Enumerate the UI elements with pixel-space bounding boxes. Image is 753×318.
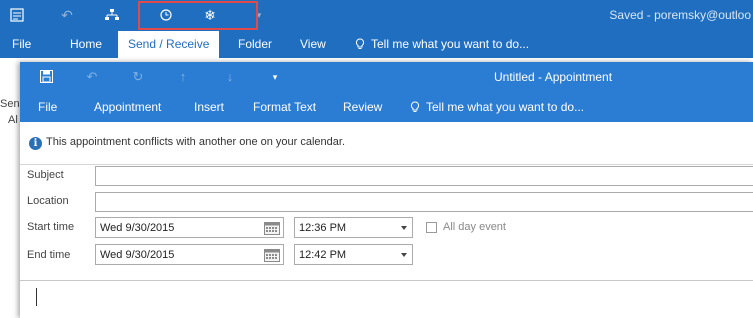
tab-view[interactable]: View (300, 31, 326, 58)
start-date-picker[interactable]: Wed 9/30/2015 (95, 217, 284, 238)
down-arrow-icon[interactable]: ↓ (220, 62, 240, 92)
tell-me-text: Tell me what you want to do... (371, 37, 530, 51)
end-time-value: 12:42 PM (299, 249, 347, 261)
end-date-picker[interactable]: Wed 9/30/2015 (95, 244, 284, 265)
tab-home[interactable]: Home (70, 31, 102, 58)
subject-label: Subject (27, 169, 64, 181)
tab-folder[interactable]: Folder (238, 31, 272, 58)
left-stub-1: Sen (0, 98, 20, 110)
calendar-icon[interactable] (264, 221, 280, 235)
tell-me-search[interactable]: Tell me what you want to do... (355, 31, 529, 58)
tab-review[interactable]: Review (343, 92, 382, 122)
all-day-label: All day event (443, 221, 506, 233)
calendar-icon[interactable] (264, 248, 280, 262)
start-time-value: 12:36 PM (299, 222, 347, 234)
location-value (96, 197, 100, 209)
all-day-checkbox[interactable] (426, 222, 437, 233)
highlight-box (138, 1, 258, 30)
tell-me-search[interactable]: Tell me what you want to do... (410, 92, 584, 122)
appointment-window: ↶ ↻ ↑ ↓ ▾ Untitled - Appointment File Ap… (20, 62, 753, 318)
up-arrow-icon[interactable]: ↑ (173, 62, 193, 92)
appointment-body-editor[interactable] (20, 280, 753, 318)
tab-appointment[interactable]: Appointment (94, 92, 161, 122)
subject-value (96, 171, 100, 183)
send-receive-all-icon[interactable] (6, 0, 28, 31)
end-date-value: Wed 9/30/2015 (100, 249, 175, 261)
lightbulb-icon (410, 101, 420, 112)
saved-status: Saved - poremsky@outloo (609, 8, 751, 22)
tab-format-text[interactable]: Format Text (253, 92, 316, 122)
customize-icon[interactable]: ▾ (265, 62, 285, 92)
end-time-dropdown[interactable]: 12:42 PM (294, 244, 413, 265)
start-time-label: Start time (27, 221, 75, 233)
outlook-left-pane (0, 58, 20, 318)
end-time-chevron-down-icon[interactable] (401, 253, 407, 257)
org-chart-icon[interactable] (101, 0, 123, 31)
start-time-chevron-down-icon[interactable] (401, 226, 407, 230)
start-time-dropdown[interactable]: 12:36 PM (294, 217, 413, 238)
undo-icon[interactable]: ↶ (56, 0, 78, 31)
location-input[interactable] (95, 192, 753, 212)
redo-icon[interactable]: ↻ (128, 62, 148, 92)
tab-file[interactable]: File (12, 31, 31, 58)
tab-insert[interactable]: Insert (194, 92, 224, 122)
info-icon: i (29, 137, 42, 150)
text-cursor (36, 288, 37, 306)
end-time-label: End time (27, 249, 71, 261)
conflict-message: This appointment conflicts with another … (46, 136, 346, 148)
location-label: Location (27, 195, 69, 207)
start-date-value: Wed 9/30/2015 (100, 222, 175, 234)
undo-icon[interactable]: ↶ (82, 62, 102, 92)
left-stub-2: Al (8, 114, 18, 126)
tab-file[interactable]: File (38, 92, 57, 122)
window-title: Untitled - Appointment (494, 70, 613, 84)
save-icon[interactable] (36, 62, 56, 92)
tell-me-text: Tell me what you want to do... (426, 100, 585, 114)
lightbulb-icon (355, 38, 365, 49)
tab-send-receive[interactable]: Send / Receive (118, 31, 220, 58)
subject-input[interactable] (95, 166, 753, 186)
